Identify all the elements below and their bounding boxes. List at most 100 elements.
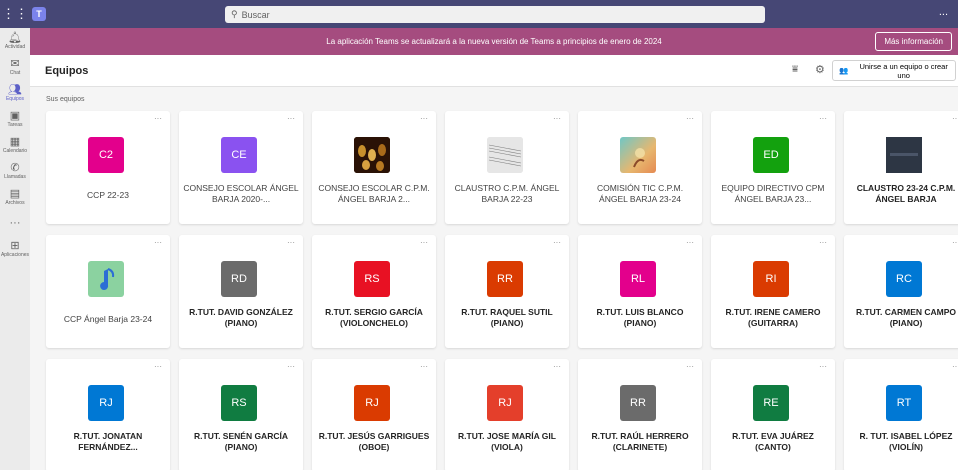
teams-grid: ··· C2 CCP 22-23 ··· CE CONSEJO ESCOLAR ÁNGEL… — [46, 111, 958, 470]
more-options-icon[interactable]: ··· — [553, 362, 561, 371]
banner-image — [886, 137, 922, 173]
more-options-icon[interactable]: ··· — [553, 114, 561, 123]
rail-item-0[interactable]: 🔔︎ Actividad — [0, 28, 30, 54]
sheet-music-image — [487, 137, 523, 173]
team-card[interactable]: ··· RD R.TUT. DAVID GONZÁLEZ (PIANO) — [179, 235, 303, 348]
more-options-icon[interactable]: ··· — [287, 238, 295, 247]
more-options-icon[interactable]: ··· — [819, 362, 827, 371]
guitars-image — [354, 137, 390, 173]
team-card[interactable]: ··· CLAUSTRO 23-24 C.P.M. ÁNGEL BARJA — [844, 111, 958, 224]
team-avatar: RS — [221, 385, 257, 421]
team-avatar: RD — [221, 261, 257, 297]
team-card[interactable]: ··· CCP Ángel Barja 23-24 — [46, 235, 170, 348]
gear-icon[interactable]: ⚙ — [815, 63, 825, 76]
team-card[interactable]: ··· RS R.TUT. SERGIO GARCÍA (VIOLONCHELO) — [312, 235, 436, 348]
chat-icon: ✉ — [10, 58, 20, 70]
more-options-icon[interactable]: ··· — [952, 238, 958, 247]
more-options-icon[interactable]: ··· — [819, 114, 827, 123]
more-options-icon[interactable]: ··· — [686, 114, 694, 123]
team-avatar — [487, 137, 523, 173]
more-options-icon[interactable]: ··· — [686, 362, 694, 371]
search-input[interactable]: ⚲ Buscar — [225, 6, 765, 23]
rail-item-4[interactable]: ▦ Calendario — [0, 132, 30, 158]
phone-icon: ✆ — [10, 162, 20, 174]
app-launcher-icon[interactable]: ⋮⋮ — [0, 0, 30, 28]
team-card[interactable]: ··· CLAUSTRO C.P.M. ÁNGEL BARJA 22-23 — [445, 111, 569, 224]
rail-item-6[interactable]: ▤ Archivos — [0, 184, 30, 210]
more-info-button[interactable]: Más información — [875, 32, 952, 51]
team-avatar — [886, 137, 922, 173]
more-options-icon[interactable]: ··· — [420, 362, 428, 371]
team-name: R.TUT. LUIS BLANCO (PIANO) — [596, 307, 684, 328]
team-name: R.TUT. EVA JUÁREZ (CANTO) — [732, 431, 814, 452]
more-options-icon[interactable]: ··· — [420, 114, 428, 123]
team-card[interactable]: ··· RL R.TUT. LUIS BLANCO (PIANO) — [578, 235, 702, 348]
backpack-icon: ▣ — [9, 110, 21, 122]
bell-icon: 🔔︎ — [8, 32, 22, 44]
music-note-icon — [100, 268, 115, 290]
more-options-icon[interactable]: ··· — [154, 362, 162, 371]
rail-item-5[interactable]: ✆ Llamadas — [0, 158, 30, 184]
teams-header: Equipos ⩸ ⚙ 👥 Unirse a un equipo o crear… — [30, 55, 958, 87]
team-card[interactable]: ··· RR R.TUT. RAQUEL SUTIL (PIANO) — [445, 235, 569, 348]
page-title: Equipos — [45, 65, 89, 77]
rail-item-label: Calendario — [2, 148, 28, 154]
team-name: R.TUT. SENÉN GARCÍA (PIANO) — [194, 431, 288, 452]
team-card[interactable]: ··· RJ R.TUT. JONATAN FERNÁNDEZ... — [46, 359, 170, 470]
rail-item-8[interactable]: ⊞ Aplicaciones — [0, 236, 30, 262]
rail-item-1[interactable]: ✉ Chat — [0, 54, 30, 80]
team-card[interactable]: ··· RC R.TUT. CARMEN CAMPO (PIANO) — [844, 235, 958, 348]
rail-item-7[interactable]: ··· — [0, 210, 30, 236]
team-name: COMISIÓN TIC C.P.M. ÁNGEL BARJA 23-24 — [596, 183, 684, 204]
more-options-icon[interactable]: ··· — [287, 362, 295, 371]
more-options-icon[interactable]: ... — [939, 6, 948, 18]
team-card[interactable]: ··· RJ R.TUT. JOSE MARÍA GIL (VIOLA) — [445, 359, 569, 470]
team-card[interactable]: ··· ED EQUIPO DIRECTIVO CPM ÁNGEL BARJA 23… — [711, 111, 835, 224]
calendar-icon: ▦ — [9, 136, 21, 148]
search-placeholder: Buscar — [241, 9, 270, 20]
teams-icon: 👥︎ — [8, 84, 22, 96]
team-card[interactable]: ··· RJ R.TUT. JESÚS GARRIGUES (OBOE) — [312, 359, 436, 470]
team-name: R.TUT. SERGIO GARCÍA (VIOLONCHELO) — [325, 307, 423, 328]
apps-icon: ⊞ — [10, 240, 20, 252]
team-name: EQUIPO DIRECTIVO CPM ÁNGEL BARJA 23... — [721, 183, 825, 204]
file-icon: ▤ — [9, 188, 21, 200]
photo-image — [633, 148, 645, 168]
team-name: CCP Ángel Barja 23-24 — [63, 314, 153, 324]
team-card[interactable]: ··· RE R.TUT. EVA JUÁREZ (CANTO) — [711, 359, 835, 470]
team-avatar — [620, 137, 656, 173]
team-avatar: RJ — [354, 385, 390, 421]
team-name: CCP 22-23 — [87, 190, 129, 200]
more-options-icon[interactable]: ··· — [686, 238, 694, 247]
team-card[interactable]: ··· RS R.TUT. SENÉN GARCÍA (PIANO) — [179, 359, 303, 470]
team-card[interactable]: ··· RR R.TUT. RAÚL HERRERO (CLARINETE) — [578, 359, 702, 470]
team-card[interactable]: ··· CE CONSEJO ESCOLAR ÁNGEL BARJA 2020-..… — [179, 111, 303, 224]
banner-message: La aplicación Teams se actualizará a la … — [326, 37, 662, 46]
team-card[interactable]: ··· C2 CCP 22-23 — [46, 111, 170, 224]
team-card[interactable]: ··· RI R.TUT. IRENE CAMERO (GUITARRA) — [711, 235, 835, 348]
rail-item-3[interactable]: ▣ Tareas — [0, 106, 30, 132]
rail-item-2[interactable]: 👥︎ Equipos — [0, 80, 30, 106]
team-avatar: RR — [487, 261, 523, 297]
teams-logo-icon: T — [32, 7, 46, 21]
more-options-icon[interactable]: ··· — [952, 362, 958, 371]
more-options-icon[interactable]: ··· — [952, 114, 958, 123]
team-avatar: RE — [753, 385, 789, 421]
team-avatar: C2 — [88, 137, 124, 173]
team-card[interactable]: ··· CONSEJO ESCOLAR C.P.M. ÁNGEL BARJA 2.… — [312, 111, 436, 224]
team-name: R. TUT. ISABEL LÓPEZ (VIOLÍN) — [859, 431, 953, 452]
more-options-icon[interactable]: ··· — [154, 114, 162, 123]
more-options-icon[interactable]: ··· — [819, 238, 827, 247]
rail-item-label: Archivos — [5, 200, 25, 206]
filter-icon[interactable]: ⩸ — [792, 64, 798, 75]
team-name: CONSEJO ESCOLAR ÁNGEL BARJA 2020-... — [183, 183, 299, 204]
rail-item-label: Equipos — [5, 96, 25, 102]
team-card[interactable]: ··· RT R. TUT. ISABEL LÓPEZ (VIOLÍN) — [844, 359, 958, 470]
team-name: CLAUSTRO C.P.M. ÁNGEL BARJA 22-23 — [454, 183, 560, 204]
more-options-icon[interactable]: ··· — [287, 114, 295, 123]
join-or-create-team-button[interactable]: 👥 Unirse a un equipo o crear uno — [832, 60, 956, 81]
team-card[interactable]: ··· COMISIÓN TIC C.P.M. ÁNGEL BARJA 23-24 — [578, 111, 702, 224]
more-options-icon[interactable]: ··· — [553, 238, 561, 247]
more-options-icon[interactable]: ··· — [154, 238, 162, 247]
more-options-icon[interactable]: ··· — [420, 238, 428, 247]
